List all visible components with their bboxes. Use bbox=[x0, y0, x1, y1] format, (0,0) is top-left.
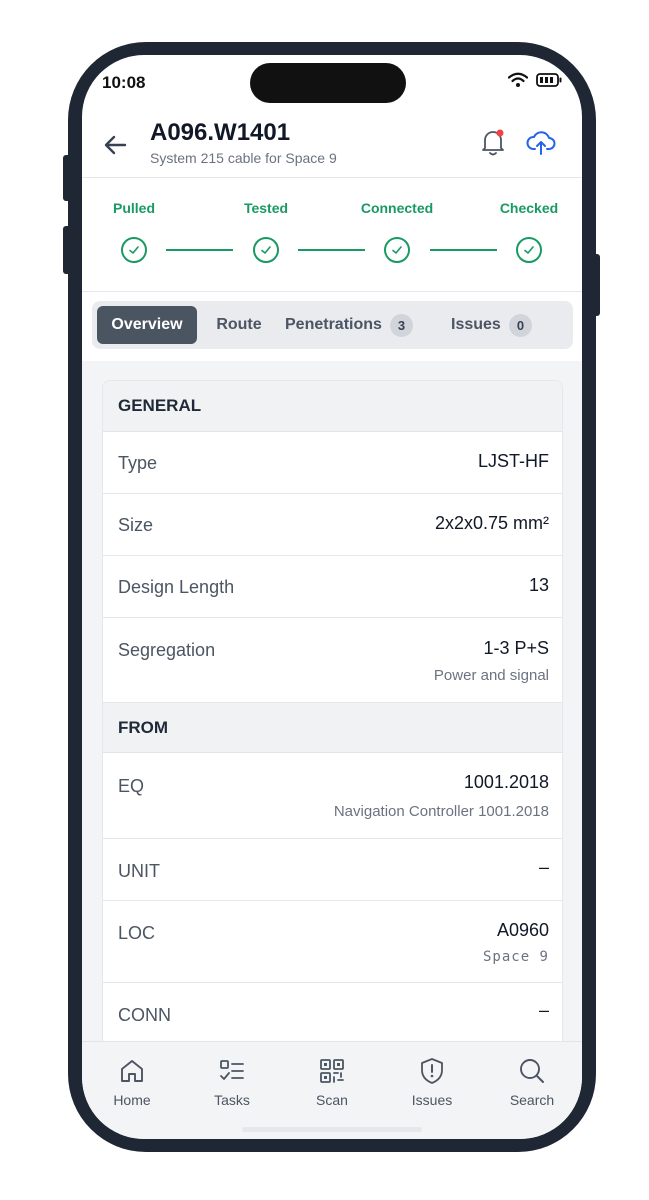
tab-overview[interactable]: Overview bbox=[97, 306, 197, 344]
row-value: – bbox=[538, 1000, 549, 1020]
check-icon bbox=[129, 246, 139, 254]
check-icon bbox=[524, 246, 534, 254]
qr-scan-icon bbox=[320, 1059, 344, 1083]
dynamic-island bbox=[250, 63, 406, 103]
row-label: LOC bbox=[118, 923, 156, 943]
step-label-checked: Checked bbox=[499, 200, 559, 216]
back-arrow-icon[interactable] bbox=[102, 131, 130, 159]
row-label: Segregation bbox=[118, 640, 216, 660]
tab-route[interactable]: Route bbox=[208, 306, 270, 344]
step-connector bbox=[430, 249, 497, 251]
stepper-divider bbox=[82, 291, 582, 292]
nav-label: Scan bbox=[316, 1092, 348, 1108]
notification-dot bbox=[496, 129, 504, 137]
details-card: GENERAL Type LJST-HF Size 2x2x0.75 mm² D… bbox=[102, 380, 563, 1080]
nav-issues[interactable]: Issues bbox=[382, 1056, 482, 1108]
step-check-tested bbox=[253, 237, 279, 263]
row-label: Design Length bbox=[118, 577, 235, 597]
tab-label: Route bbox=[216, 316, 262, 333]
battery-icon bbox=[536, 73, 562, 87]
row-label: UNIT bbox=[118, 861, 160, 881]
page-subtitle: System 215 cable for Space 9 bbox=[150, 150, 337, 166]
step-connector bbox=[166, 249, 233, 251]
notification-bell-icon[interactable] bbox=[480, 127, 506, 157]
detail-row-type: Type LJST-HF bbox=[103, 432, 562, 494]
tab-bar: Overview Route Penetrations 3 Issues 0 bbox=[92, 301, 573, 349]
tasks-icon bbox=[220, 1060, 244, 1080]
nav-label: Tasks bbox=[214, 1092, 250, 1108]
step-check-connected bbox=[384, 237, 410, 263]
status-icons bbox=[508, 72, 562, 88]
row-label: Size bbox=[118, 515, 154, 535]
section-heading-from: FROM bbox=[103, 703, 562, 753]
detail-row-eq: EQ 1001.2018 Navigation Controller 1001.… bbox=[103, 753, 562, 839]
nav-label: Home bbox=[113, 1092, 151, 1108]
page-title: A096.W1401 bbox=[150, 119, 291, 146]
section-heading-general: GENERAL bbox=[103, 381, 562, 432]
step-check-pulled bbox=[121, 237, 147, 263]
detail-row-size: Size 2x2x0.75 mm² bbox=[103, 494, 562, 556]
row-subvalue: Space 9 bbox=[482, 949, 549, 965]
tab-label: Penetrations bbox=[285, 316, 382, 333]
count-badge: 0 bbox=[508, 313, 533, 337]
nav-label: Search bbox=[509, 1092, 555, 1108]
detail-row-unit: UNIT – bbox=[103, 839, 562, 901]
phone-screen: 10:08 A096.W1401 System 215 cable for Sp… bbox=[82, 55, 582, 1139]
bottom-navigation: Home Tasks Scan Issues Search bbox=[82, 1041, 582, 1139]
detail-row-segregation: Segregation 1-3 P+S Power and signal bbox=[103, 618, 562, 703]
cloud-upload-icon[interactable] bbox=[526, 127, 556, 157]
row-subvalue: Navigation Controller 1001.2018 bbox=[333, 803, 549, 820]
row-value: – bbox=[538, 857, 549, 877]
row-label: EQ bbox=[118, 776, 145, 796]
check-icon bbox=[261, 246, 271, 254]
tab-issues[interactable]: Issues 0 bbox=[451, 306, 551, 344]
check-icon bbox=[392, 246, 402, 254]
tab-label: Overview bbox=[111, 316, 183, 333]
home-icon bbox=[121, 1060, 143, 1082]
nav-home[interactable]: Home bbox=[82, 1056, 182, 1108]
step-label-pulled: Pulled bbox=[112, 200, 155, 216]
wifi-icon bbox=[508, 72, 528, 87]
status-time: 10:08 bbox=[102, 73, 146, 92]
nav-tasks[interactable]: Tasks bbox=[182, 1056, 282, 1108]
row-label: CONN bbox=[118, 1005, 171, 1025]
step-check-checked bbox=[516, 237, 542, 263]
row-value: 1001.2018 bbox=[463, 772, 549, 792]
detail-row-design-length: Design Length 13 bbox=[103, 556, 562, 618]
tab-penetrations[interactable]: Penetrations 3 bbox=[285, 306, 435, 344]
nav-scan[interactable]: Scan bbox=[282, 1056, 382, 1108]
step-label-connected: Connected bbox=[360, 200, 434, 216]
count-badge: 3 bbox=[389, 313, 414, 337]
row-value: 1-3 P+S bbox=[483, 638, 549, 658]
search-icon bbox=[520, 1059, 544, 1083]
step-label-tested: Tested bbox=[243, 200, 289, 216]
row-value: 13 bbox=[528, 575, 549, 595]
row-value: A0960 bbox=[496, 920, 549, 940]
row-subvalue: Power and signal bbox=[433, 667, 549, 684]
app-header: A096.W1401 System 215 cable for Space 9 bbox=[82, 113, 582, 177]
row-label: Type bbox=[118, 453, 158, 473]
home-indicator bbox=[242, 1127, 422, 1132]
detail-row-loc: LOC A0960 Space 9 bbox=[103, 901, 562, 983]
nav-search[interactable]: Search bbox=[482, 1056, 582, 1108]
shield-alert-icon bbox=[421, 1058, 443, 1084]
progress-stepper: Pulled Tested Connected Checked bbox=[82, 178, 582, 291]
detail-row-conn: CONN – bbox=[103, 983, 562, 1045]
row-value: 2x2x0.75 mm² bbox=[434, 513, 549, 533]
tab-label: Issues bbox=[451, 316, 501, 333]
row-value: LJST-HF bbox=[477, 451, 549, 471]
step-connector bbox=[298, 249, 365, 251]
nav-label: Issues bbox=[411, 1092, 453, 1108]
